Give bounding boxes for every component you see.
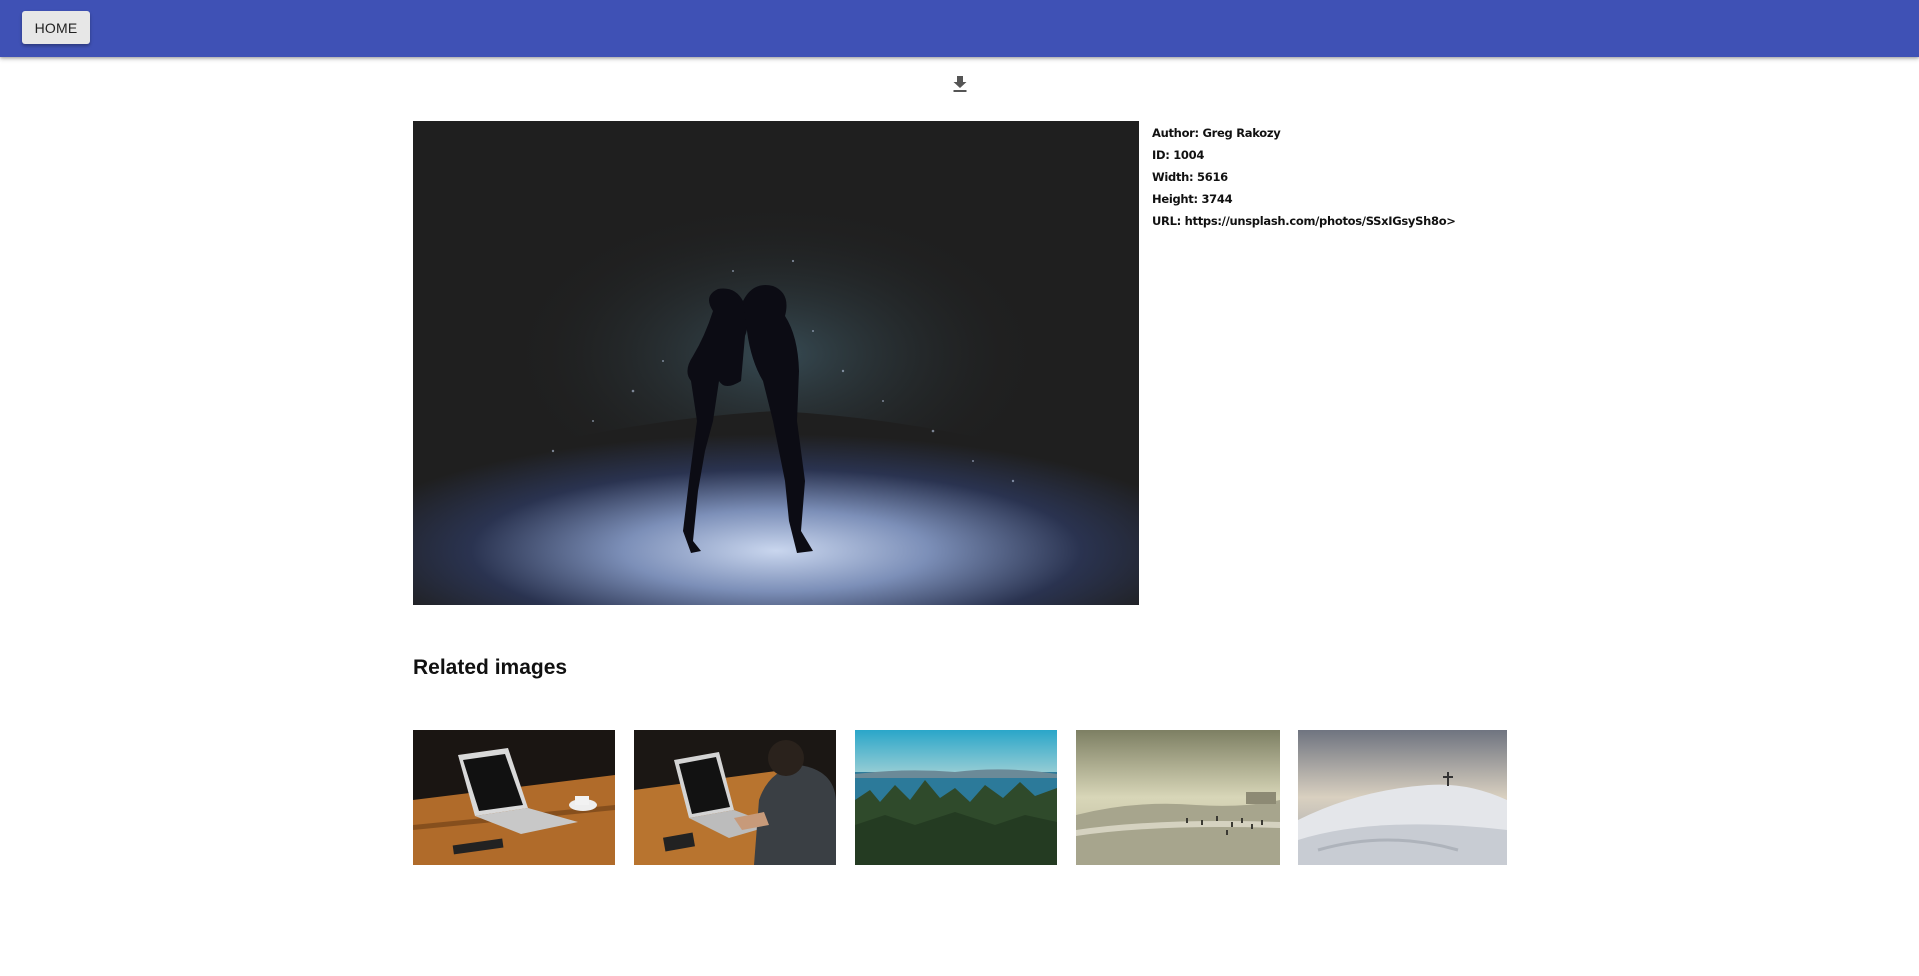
- url-text: URL: https://unsplash.com/photos/SSxIGsy…: [1152, 214, 1456, 228]
- main-photo: [413, 121, 1139, 605]
- app-bar: HOME: [0, 0, 1919, 57]
- related-images-heading: Related images: [413, 656, 568, 679]
- related-image-thumbnail[interactable]: [413, 730, 615, 865]
- related-image-thumbnail[interactable]: [634, 730, 836, 865]
- related-image-thumbnail[interactable]: [855, 730, 1057, 865]
- download-icon: [953, 76, 967, 92]
- home-button[interactable]: HOME: [22, 11, 90, 44]
- width-text: Width: 5616: [1152, 170, 1228, 184]
- height-text: Height: 3744: [1152, 192, 1233, 206]
- download-button[interactable]: [948, 72, 972, 96]
- related-image-thumbnail[interactable]: [1076, 730, 1280, 865]
- photo-details: Author: Greg Rakozy ID: 1004 Width: 5616…: [1152, 122, 1572, 232]
- author-text: Author: Greg Rakozy: [1152, 126, 1281, 140]
- related-image-thumbnail[interactable]: [1298, 730, 1507, 865]
- id-text: ID: 1004: [1152, 148, 1205, 162]
